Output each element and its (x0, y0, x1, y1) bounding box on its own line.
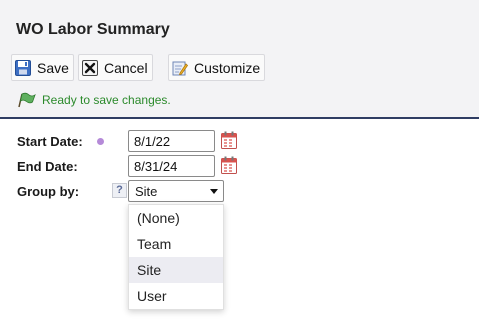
dropdown-option-user[interactable]: User (129, 283, 223, 309)
dropdown-option-team[interactable]: Team (129, 231, 223, 257)
start-date-label: Start Date: (17, 134, 83, 149)
required-indicator (97, 138, 104, 145)
save-button[interactable]: Save (11, 54, 74, 81)
customize-button[interactable]: Customize (168, 54, 266, 81)
status-message: Ready to save changes. (16, 92, 171, 108)
group-by-dropdown: (None) Team Site User (128, 204, 224, 310)
floppy-disk-icon (15, 59, 31, 76)
group-by-select[interactable]: Site (128, 180, 224, 202)
x-box-icon (82, 59, 98, 76)
form-panel (0, 119, 479, 332)
end-date-label: End Date: (17, 159, 78, 174)
end-date-calendar-icon[interactable] (221, 156, 237, 174)
start-date-calendar-icon[interactable] (221, 131, 237, 149)
cancel-button[interactable]: Cancel (78, 54, 153, 81)
start-date-input[interactable] (128, 130, 215, 152)
save-button-label: Save (37, 59, 69, 76)
group-by-selected-value: Site (135, 183, 158, 199)
dropdown-option-none[interactable]: (None) (129, 205, 223, 231)
status-text: Ready to save changes. (42, 93, 171, 107)
page-title: WO Labor Summary (16, 21, 170, 38)
green-flag-icon (16, 92, 36, 108)
chevron-down-icon (210, 188, 218, 194)
customize-button-label: Customize (194, 59, 261, 76)
cancel-button-label: Cancel (104, 59, 148, 76)
group-by-label: Group by: (17, 184, 80, 199)
edit-document-icon (172, 60, 188, 76)
help-icon[interactable]: ? (112, 183, 127, 198)
end-date-input[interactable] (128, 155, 215, 177)
dropdown-option-site[interactable]: Site (129, 257, 223, 283)
